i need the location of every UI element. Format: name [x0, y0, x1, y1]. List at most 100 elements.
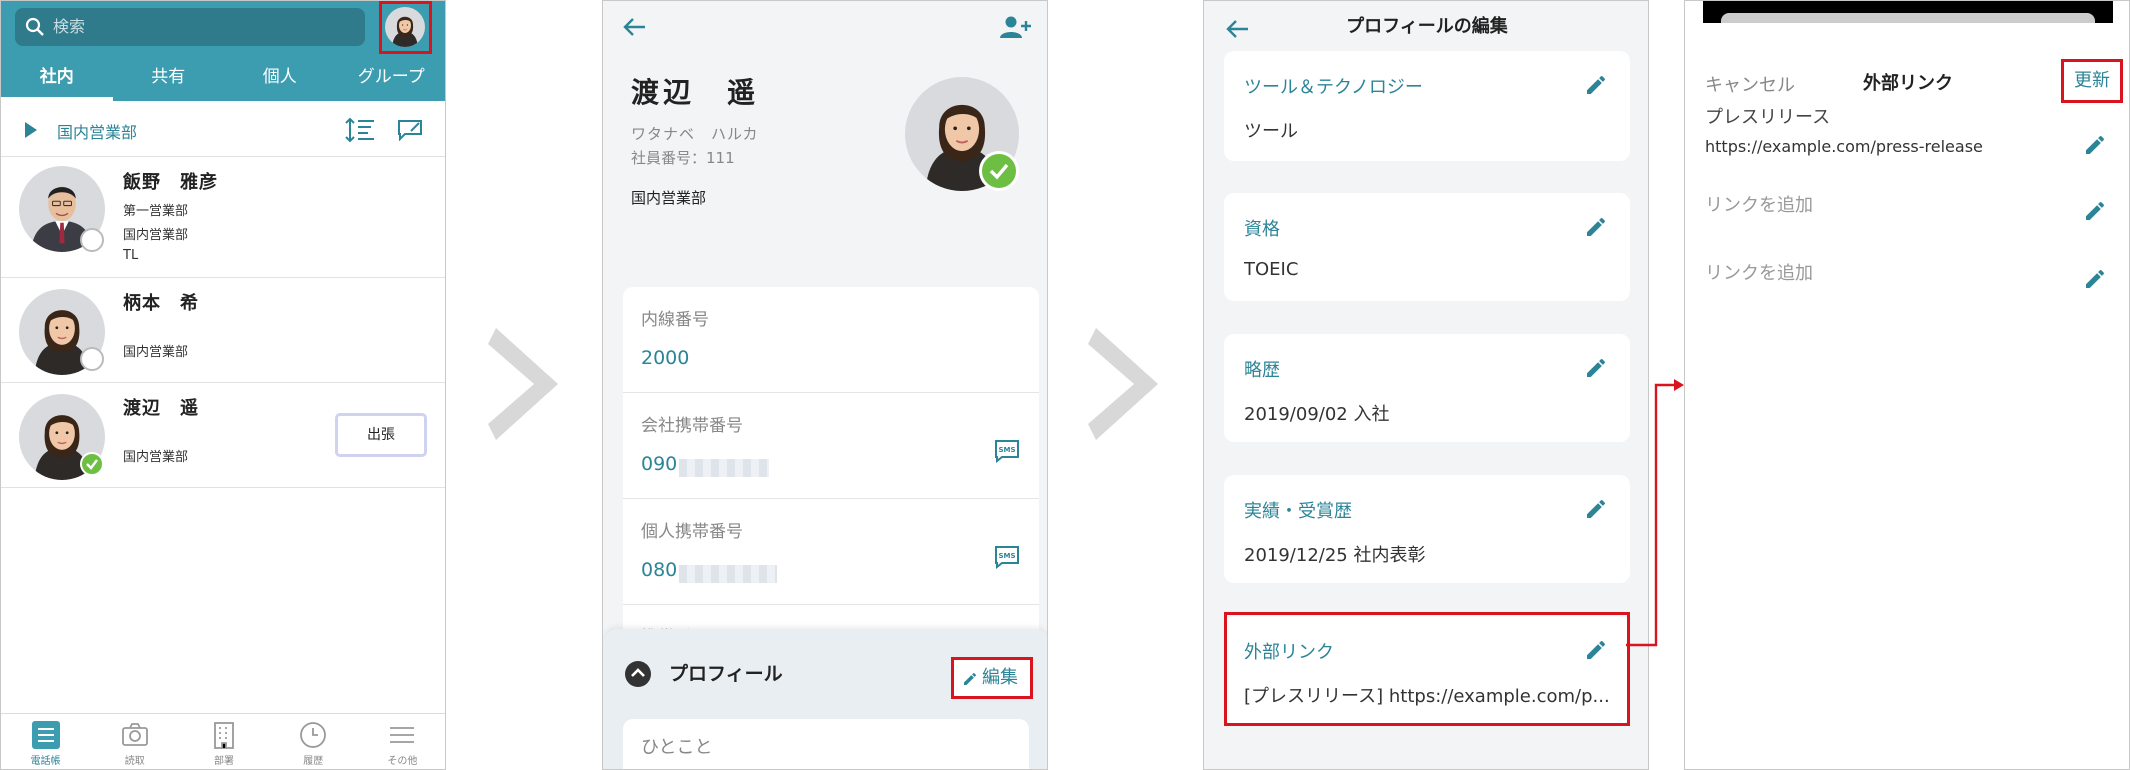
sort-icon[interactable] — [345, 117, 375, 143]
message-icon[interactable] — [397, 119, 423, 141]
person-info: 国内営業部 — [123, 228, 189, 243]
status-indicator — [80, 347, 104, 371]
masked-number — [679, 459, 769, 477]
card-label: ツール＆テクノロジー — [1244, 77, 1423, 98]
link-row[interactable]: プレスリリース https://example.com/press-releas… — [1705, 103, 2115, 156]
sms-icon[interactable] — [993, 439, 1021, 463]
field-value: 080 — [641, 559, 678, 581]
sheet-title: プロフィール — [669, 663, 783, 685]
clock-icon — [300, 722, 327, 748]
nav-other[interactable]: その他 — [358, 714, 445, 769]
menu-icon — [390, 727, 415, 743]
add-contact-icon[interactable] — [999, 15, 1031, 39]
card-value: ツール — [1244, 121, 1298, 142]
pencil-icon[interactable] — [1584, 356, 1608, 380]
field-value: 090 — [641, 453, 678, 475]
card-label: 実績・受賞歴 — [1244, 501, 1352, 522]
edit-button[interactable]: 編集 — [951, 657, 1033, 699]
tab-internal[interactable]: 社内 — [1, 57, 113, 101]
update-button[interactable]: 更新 — [2061, 59, 2123, 103]
nav-label: その他 — [387, 756, 418, 767]
person-info: 第一営業部 — [123, 204, 189, 219]
status-indicator — [80, 452, 104, 476]
add-link-row[interactable]: リンクを追加 — [1705, 191, 2115, 217]
search-input[interactable]: 検索 — [15, 8, 365, 46]
profile-screen: 渡辺 遥 ワタナベ ハルカ 社員番号：111 国内営業部 内線番号 2000 会… — [602, 0, 1048, 770]
page-title: プロフィールの編集 — [1346, 16, 1508, 37]
nav-scan[interactable]: 読取 — [90, 714, 179, 769]
department-header[interactable]: 国内営業部 — [1, 101, 445, 157]
department-label: 国内営業部 — [57, 123, 138, 142]
pencil-icon[interactable] — [1584, 215, 1608, 239]
camera-icon — [121, 723, 148, 746]
add-link-row[interactable]: リンクを追加 — [1705, 259, 2115, 285]
field-value: 2000 — [641, 347, 690, 369]
field-label: 個人携帯番号 — [641, 522, 743, 542]
tab-personal[interactable]: 個人 — [224, 57, 336, 101]
profile-kana: ワタナベ ハルカ — [631, 125, 759, 143]
search-placeholder: 検索 — [53, 17, 86, 36]
pencil-icon[interactable] — [2083, 133, 2107, 157]
collapse-icon[interactable] — [625, 661, 651, 687]
pencil-icon — [962, 671, 978, 687]
edit-label: 編集 — [982, 667, 1018, 688]
building-icon — [214, 722, 234, 749]
link-placeholder: リンクを追加 — [1705, 263, 1813, 284]
card-history[interactable]: 略歴 2019/09/02 入社 — [1224, 334, 1630, 442]
bottom-nav: 電話帳 読取 部署 履歴 その他 — [1, 713, 445, 769]
online-status-badge — [979, 151, 1019, 191]
expand-triangle-icon[interactable] — [25, 122, 37, 138]
nav-phonebook[interactable]: 電話帳 — [1, 714, 90, 769]
person-info: 国内営業部 — [123, 450, 189, 465]
list-item[interactable]: 飯野 雅彦 第一営業部 国内営業部 TL — [1, 158, 445, 278]
nav-history[interactable]: 履歴 — [269, 714, 358, 769]
masked-number — [679, 565, 777, 583]
card-label: 略歴 — [1244, 360, 1280, 381]
chevron-right-icon — [1088, 328, 1158, 440]
profile-sheet: プロフィール 編集 ひとこと — [603, 629, 1047, 769]
person-name: 飯野 雅彦 — [123, 172, 218, 193]
tab-shared[interactable]: 共有 — [113, 57, 225, 101]
highlight-avatar — [379, 1, 432, 54]
card-value: TOEIC — [1244, 259, 1299, 280]
sms-icon[interactable] — [993, 545, 1021, 569]
profile-department: 国内営業部 — [631, 189, 707, 207]
back-arrow-icon[interactable] — [1226, 19, 1250, 39]
back-arrow-icon[interactable] — [623, 17, 647, 37]
personal-mobile-field[interactable]: 個人携帯番号 080 — [623, 499, 1039, 605]
card-tools[interactable]: ツール＆テクノロジー ツール — [1224, 51, 1630, 161]
person-info: TL — [123, 248, 139, 263]
card-achievements[interactable]: 実績・受賞歴 2019/12/25 社内表彰 — [1224, 475, 1630, 583]
profile-header: 渡辺 遥 ワタナベ ハルカ 社員番号：111 国内営業部 — [603, 1, 1047, 271]
person-name: 柄本 希 — [123, 293, 199, 314]
card-qualifications[interactable]: 資格 TOEIC — [1224, 193, 1630, 301]
pencil-icon[interactable] — [1584, 73, 1608, 97]
link-label: プレスリリース — [1705, 107, 1831, 128]
chevron-right-icon — [488, 328, 558, 440]
nav-department[interactable]: 部署 — [179, 714, 268, 769]
cancel-button[interactable]: キャンセル — [1705, 71, 1795, 97]
tab-bar: 社内 共有 個人 グループ — [1, 57, 446, 101]
card-value: 2019/09/02 入社 — [1244, 404, 1390, 425]
company-mobile-field[interactable]: 会社携帯番号 090 — [623, 393, 1039, 499]
nav-label: 読取 — [124, 756, 145, 767]
person-name: 渡辺 遥 — [123, 398, 199, 419]
business-trip-button[interactable]: 出張 — [335, 413, 427, 457]
profile-edit-screen: プロフィールの編集 ツール＆テクノロジー ツール 資格 TOEIC 略歴 201… — [1203, 0, 1649, 770]
field-label: 内線番号 — [641, 310, 709, 330]
connector-arrow — [1626, 379, 1684, 647]
phonebook-screen: 検索 社内 共有 個人 グループ 国内営業部 飯野 雅彦 第一営業部 国内営業部… — [0, 0, 446, 770]
pencil-icon[interactable] — [2083, 199, 2107, 223]
card-label: 資格 — [1244, 219, 1280, 240]
hitokoto-field[interactable]: ひとこと — [623, 719, 1029, 769]
pencil-icon[interactable] — [2083, 267, 2107, 291]
tab-group[interactable]: グループ — [336, 57, 446, 101]
list-item[interactable]: 柄本 希 国内営業部 — [1, 279, 445, 383]
modal-sheet: 外部リンク キャンセル 更新 プレスリリース https://example.c… — [1685, 23, 2129, 769]
search-icon — [25, 17, 45, 37]
phonebook-icon — [31, 721, 60, 749]
field-label: 会社携帯番号 — [641, 416, 743, 436]
link-url: https://example.com/press-release — [1705, 137, 1983, 156]
pencil-icon[interactable] — [1584, 497, 1608, 521]
extension-field[interactable]: 内線番号 2000 — [623, 287, 1039, 393]
